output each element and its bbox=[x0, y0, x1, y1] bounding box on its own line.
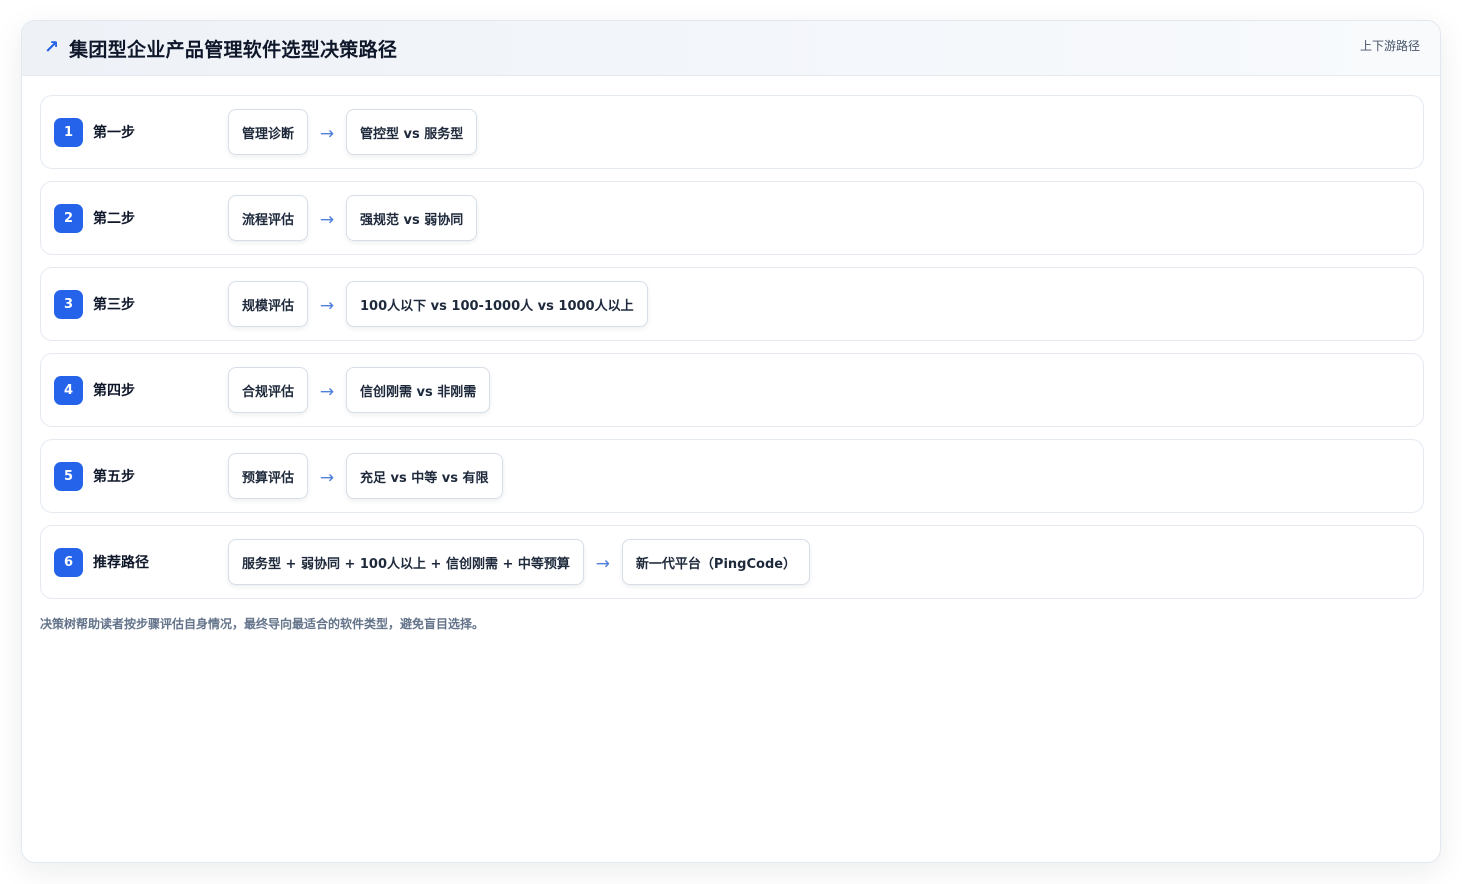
step-node-target: 信创刚需 vs 非刚需 bbox=[346, 367, 491, 413]
arrow-right-icon: → bbox=[319, 209, 335, 230]
step-label: 第五步 bbox=[93, 469, 135, 485]
step-node-source: 预算评估 bbox=[228, 453, 309, 499]
arrow-right-icon: → bbox=[319, 295, 335, 316]
step-row-1: 1 第一步 管理诊断 → 管控型 vs 服务型 bbox=[40, 95, 1424, 169]
arrow-right-icon: → bbox=[319, 381, 335, 402]
step-node-target: 100人以下 vs 100-1000人 vs 1000人以上 bbox=[346, 281, 648, 327]
step-row-5: 5 第五步 预算评估 → 充足 vs 中等 vs 有限 bbox=[40, 439, 1424, 513]
decision-path-card: ↗ 集团型企业产品管理软件选型决策路径 上下游路径 1 第一步 管理诊断 → 管… bbox=[21, 20, 1441, 863]
step-row-2: 2 第二步 流程评估 → 强规范 vs 弱协同 bbox=[40, 181, 1424, 255]
step-number-badge: 4 bbox=[54, 375, 83, 405]
step-node-source: 规模评估 bbox=[228, 281, 309, 327]
step-number-badge: 6 bbox=[54, 547, 83, 577]
step-number-badge: 3 bbox=[54, 289, 83, 319]
step-number-badge: 1 bbox=[54, 117, 83, 147]
step-node-target: 充足 vs 中等 vs 有限 bbox=[346, 453, 503, 499]
step-label: 第二步 bbox=[93, 211, 135, 227]
step-label: 第三步 bbox=[93, 297, 135, 313]
step-number-badge: 5 bbox=[54, 461, 83, 491]
page-title: 集团型企业产品管理软件选型决策路径 bbox=[69, 38, 398, 61]
step-label: 第一步 bbox=[93, 125, 135, 141]
step-row-4: 4 第四步 合规评估 → 信创刚需 vs 非刚需 bbox=[40, 353, 1424, 427]
arrow-right-icon: → bbox=[319, 123, 335, 144]
step-node-target: 管控型 vs 服务型 bbox=[346, 109, 478, 155]
card-header: ↗ 集团型企业产品管理软件选型决策路径 上下游路径 bbox=[22, 21, 1440, 76]
footnote: 决策树帮助读者按步骤评估自身情况，最终导向最适合的软件类型，避免盲目选择。 bbox=[40, 617, 485, 631]
step-node-target: 强规范 vs 弱协同 bbox=[346, 195, 478, 241]
step-node-source: 合规评估 bbox=[228, 367, 309, 413]
step-node-source: 管理诊断 bbox=[228, 109, 309, 155]
step-node-source: 服务型 + 弱协同 + 100人以上 + 信创刚需 + 中等预算 bbox=[228, 539, 584, 585]
step-row-6: 6 推荐路径 服务型 + 弱协同 + 100人以上 + 信创刚需 + 中等预算 … bbox=[40, 525, 1424, 599]
header-tag: 上下游路径 bbox=[1359, 39, 1420, 53]
step-row-3: 3 第三步 规模评估 → 100人以下 vs 100-1000人 vs 1000… bbox=[40, 267, 1424, 341]
step-label: 第四步 bbox=[93, 383, 135, 399]
step-label: 推荐路径 bbox=[93, 555, 149, 571]
arrow-right-icon: → bbox=[319, 467, 335, 488]
step-node-target: 新一代平台（PingCode） bbox=[621, 539, 811, 585]
step-number-badge: 2 bbox=[54, 203, 83, 233]
step-node-source: 流程评估 bbox=[228, 195, 309, 241]
trend-arrow-icon: ↗ bbox=[44, 37, 60, 58]
arrow-right-icon: → bbox=[595, 553, 611, 574]
step-list: 1 第一步 管理诊断 → 管控型 vs 服务型 2 第二步 流程评估 → 强规范… bbox=[40, 95, 1424, 611]
